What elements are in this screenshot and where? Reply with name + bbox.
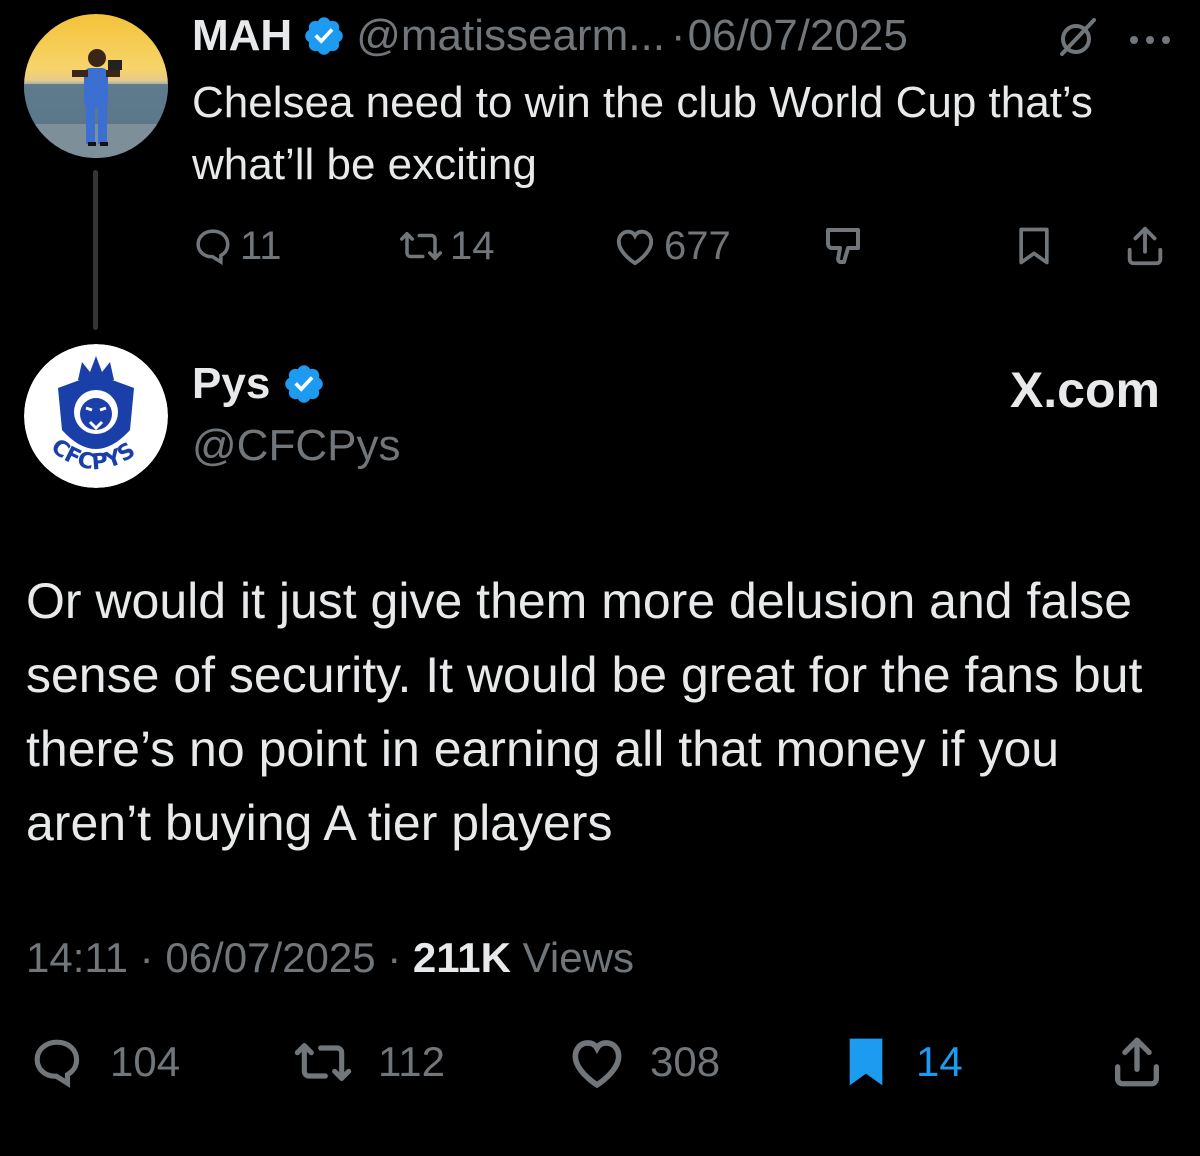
parent-repost-button[interactable]: 14	[398, 218, 495, 274]
bookmark-icon	[1012, 223, 1056, 269]
main-tweet-meta: 14:11 · 06/07/2025 · 211K Views	[26, 928, 634, 988]
verified-badge-icon	[302, 14, 346, 58]
main-author-name[interactable]: Pys	[192, 359, 270, 409]
parent-tweet-header: MAH @matissearm... · 06/07/2025	[192, 8, 908, 64]
repost-icon	[290, 1034, 356, 1090]
parent-reply-count: 11	[240, 223, 282, 268]
main-share-button[interactable]	[1108, 1032, 1166, 1092]
main-reply-button[interactable]: 104	[26, 1032, 180, 1092]
main-reply-count: 104	[110, 1038, 181, 1085]
tweet-date[interactable]: 06/07/2025	[165, 934, 375, 981]
parent-dislike-button[interactable]	[822, 218, 870, 274]
main-tweet-text: Or would it just give them more delusion…	[26, 573, 1143, 851]
main-bookmark-button[interactable]: 14	[838, 1032, 963, 1092]
views-label: Views	[522, 934, 634, 981]
parent-like-button[interactable]: 677	[612, 218, 731, 274]
parent-tweet-actions: 11 14 677	[192, 218, 1172, 274]
main-like-button[interactable]: 308	[566, 1032, 720, 1092]
grok-icon[interactable]	[1054, 14, 1100, 60]
main-tweet-actions: 104 112 308 14	[26, 1032, 1176, 1092]
tweet-time[interactable]: 14:11	[26, 934, 128, 981]
main-repost-count: 112	[378, 1038, 445, 1085]
parent-share-button[interactable]	[1122, 218, 1168, 274]
thread-connector-line	[93, 170, 98, 330]
more-icon[interactable]	[1128, 32, 1172, 44]
reply-icon	[192, 225, 234, 267]
main-repost-button[interactable]: 112	[290, 1032, 445, 1092]
separator-dot: ·	[387, 934, 402, 981]
main-like-count: 308	[650, 1038, 721, 1085]
repost-icon	[398, 225, 444, 267]
parent-author-handle[interactable]: @matissearm...	[356, 8, 665, 64]
parent-reply-button[interactable]: 11	[192, 218, 282, 274]
verified-badge-icon	[282, 362, 326, 406]
parent-author-name[interactable]: MAH	[192, 8, 292, 64]
share-icon	[1122, 223, 1168, 269]
main-author-handle[interactable]: @CFCPys	[192, 418, 400, 474]
parent-tweet-text: Chelsea need to win the club World Cup t…	[192, 78, 1093, 189]
parent-bookmark-button[interactable]	[1012, 218, 1056, 274]
heart-icon	[612, 225, 658, 267]
heart-icon	[566, 1034, 628, 1090]
mah-avatar[interactable]	[24, 14, 168, 158]
parent-repost-count: 14	[450, 223, 495, 268]
parent-tweet-date[interactable]: 06/07/2025	[688, 8, 908, 64]
main-bookmark-count: 14	[916, 1038, 963, 1085]
reply-icon	[26, 1034, 88, 1090]
separator-dot: ·	[670, 11, 686, 60]
main-author-row: Pys	[192, 356, 336, 412]
separator-dot: ·	[139, 934, 154, 981]
share-icon	[1108, 1033, 1166, 1091]
bookmark-icon	[838, 1033, 894, 1091]
parent-like-count: 677	[664, 223, 731, 268]
pys-avatar[interactable]: CFCPYS	[24, 344, 168, 488]
x-com-watermark: X.com	[1009, 362, 1160, 418]
dislike-icon	[822, 224, 870, 268]
views-count[interactable]: 211K	[413, 934, 511, 981]
